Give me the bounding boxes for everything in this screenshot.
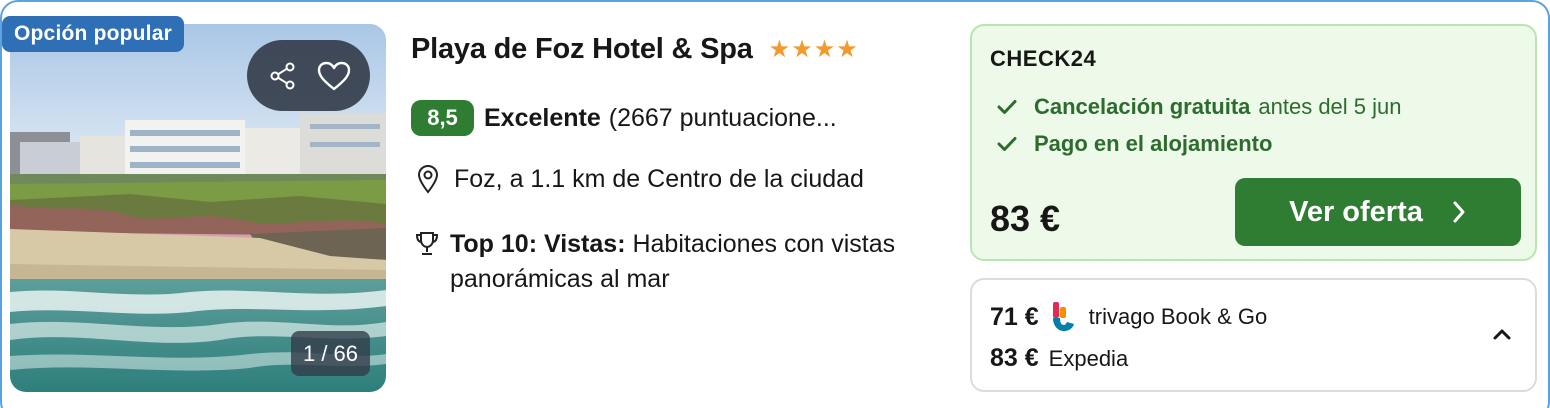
- share-icon[interactable]: [261, 54, 305, 98]
- other-offer-provider: trivago Book & Go: [1088, 304, 1268, 329]
- chevron-right-icon: [1453, 201, 1465, 223]
- hotel-title-row: Playa de Foz Hotel & Spa ★★★★: [411, 33, 859, 66]
- rating-count: (2667 puntuacione...: [608, 103, 837, 132]
- perk-free-cancellation: Cancelación gratuita antes del 5 jun: [996, 94, 1402, 120]
- chevron-up-icon[interactable]: [1490, 325, 1514, 343]
- trivago-logo-icon: [1052, 302, 1074, 331]
- main-offer-box[interactable]: CHECK24 Cancelación gratuita antes del 5…: [970, 24, 1537, 261]
- check-icon: [997, 137, 1017, 151]
- perk-pay-at-property: Pago en el alojamiento: [996, 131, 1272, 157]
- location-row[interactable]: Foz, a 1.1 km de Centro de la ciudad: [416, 164, 864, 194]
- other-offers-box[interactable]: 71 € trivago Book & Go 83 € Expedia: [970, 278, 1537, 392]
- location-pin-icon: [417, 164, 439, 194]
- location-text: Foz, a 1.1 km de Centro de la ciudad: [454, 164, 864, 193]
- offer-provider: CHECK24: [990, 46, 1097, 71]
- award-title: Top 10: Vistas:: [450, 230, 626, 258]
- offer-price: 83 €: [990, 198, 1061, 239]
- view-offer-label: Ver oferta: [1289, 195, 1423, 228]
- perk2-title: Pago en el alojamiento: [1034, 131, 1273, 156]
- view-offer-button[interactable]: Ver oferta: [1235, 178, 1521, 246]
- popular-badge: Opción popular: [2, 16, 184, 52]
- photo-counter: 1 / 66: [291, 331, 370, 376]
- perk1-title: Cancelación gratuita: [1034, 94, 1251, 119]
- other-offer-row[interactable]: 83 € Expedia: [990, 344, 1128, 373]
- other-offer-price: 71 €: [990, 302, 1039, 331]
- rating-label: Excelente: [484, 103, 601, 132]
- award-row: Top 10: Vistas: Habitaciones con vistas …: [414, 227, 914, 297]
- perk1-detail: antes del 5 jun: [1258, 94, 1402, 119]
- rating-row[interactable]: 8,5 Excelente (2667 puntuacione...: [411, 100, 837, 136]
- star-rating: ★★★★: [768, 36, 859, 63]
- trophy-icon: [415, 232, 439, 255]
- other-offer-provider: Expedia: [1048, 345, 1129, 371]
- check-icon: [997, 100, 1017, 114]
- hotel-name[interactable]: Playa de Foz Hotel & Spa: [411, 33, 753, 66]
- photo-actions: [247, 40, 370, 111]
- other-offer-row[interactable]: 71 € trivago Book & Go: [990, 300, 1267, 334]
- rating-score-badge: 8,5: [411, 100, 474, 136]
- other-offer-price: 83 €: [990, 344, 1039, 372]
- heart-icon[interactable]: [312, 54, 356, 98]
